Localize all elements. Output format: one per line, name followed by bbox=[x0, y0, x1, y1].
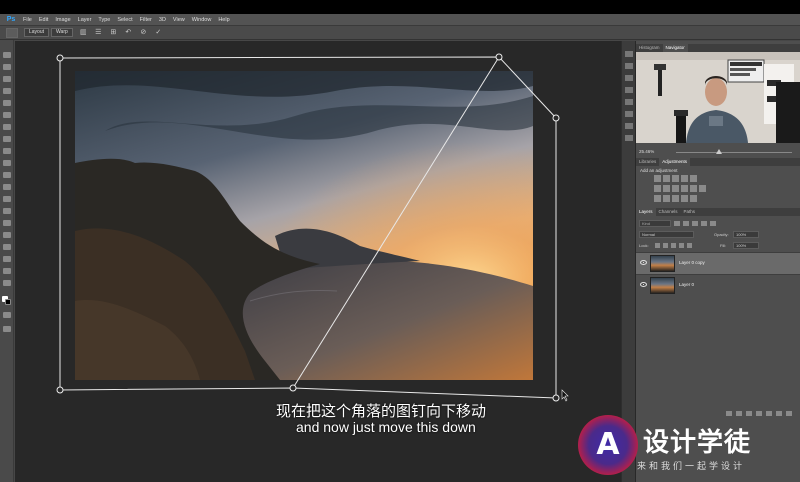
watermark-logo: A bbox=[578, 415, 638, 475]
clone-source-panel-icon[interactable] bbox=[625, 123, 633, 129]
properties-panel-icon[interactable] bbox=[625, 63, 633, 69]
navigator-tabs: Histogram Navigator bbox=[636, 44, 800, 52]
blend-mode-select[interactable]: Normal bbox=[639, 231, 694, 238]
layers-tabs: Layers Channels Paths bbox=[636, 208, 800, 216]
zoom-slider[interactable] bbox=[676, 152, 792, 153]
layer-filter-row: Kind bbox=[639, 219, 797, 227]
curves-icon[interactable] bbox=[672, 175, 679, 182]
warp-pin-top-middle[interactable] bbox=[495, 53, 503, 61]
vibrance-icon[interactable] bbox=[690, 175, 697, 182]
filter-smart-object-icon[interactable] bbox=[710, 220, 716, 226]
layer-name: Layer 0 bbox=[679, 282, 695, 287]
adjustments-title: Add an adjustment bbox=[640, 168, 678, 173]
paragraph-panel-icon[interactable] bbox=[625, 99, 633, 105]
lock-fill-row: Lock: Fill: 100% bbox=[639, 242, 797, 250]
posterize-icon[interactable] bbox=[663, 195, 670, 202]
mouse-cursor-icon bbox=[561, 389, 569, 402]
watermark-subtitle: 来和我们一起学设计 bbox=[637, 462, 746, 472]
blend-opacity-row: Normal Opacity: 100% bbox=[639, 231, 797, 239]
warp-pin-top-left[interactable] bbox=[56, 54, 64, 62]
watermark: A 设计学徒 来和我们一起学设计 bbox=[575, 412, 800, 482]
warp-pin-bottom-right[interactable] bbox=[552, 394, 560, 402]
character-panel-icon[interactable] bbox=[625, 87, 633, 93]
brush-panel-icon[interactable] bbox=[625, 111, 633, 117]
fill-field[interactable]: 100% bbox=[733, 242, 759, 249]
fill-label: Fill: bbox=[720, 243, 727, 248]
adjustment-tabs: Libraries Adjustments bbox=[636, 158, 800, 166]
visibility-eye-icon[interactable] bbox=[640, 282, 647, 287]
info-panel-icon[interactable] bbox=[625, 75, 633, 81]
history-panel-icon[interactable] bbox=[625, 51, 633, 57]
tab-libraries[interactable]: Libraries bbox=[636, 158, 659, 166]
zoom-slider-knob[interactable] bbox=[716, 149, 722, 154]
actions-panel-icon[interactable] bbox=[625, 135, 633, 141]
warp-pin-bottom-left[interactable] bbox=[56, 386, 64, 394]
presenter-webcam-overlay bbox=[636, 52, 800, 143]
color-lookup-icon[interactable] bbox=[699, 185, 706, 192]
layer-row-copy[interactable]: Layer 0 copy bbox=[636, 252, 800, 274]
layer-thumbnail bbox=[650, 255, 675, 272]
brightness-contrast-icon[interactable] bbox=[654, 175, 661, 182]
photoshop-window: Ps File Edit Image Layer Type Select Fil… bbox=[0, 0, 800, 482]
navigator-preview[interactable] bbox=[636, 52, 800, 143]
layer-filter-kind[interactable]: Kind bbox=[639, 219, 671, 227]
warp-split-line bbox=[292, 56, 500, 389]
filter-type-icon[interactable] bbox=[692, 220, 698, 226]
exposure-icon[interactable] bbox=[681, 175, 688, 182]
black-white-icon[interactable] bbox=[672, 185, 679, 192]
opacity-label: Opacity: bbox=[714, 232, 729, 237]
layer-name: Layer 0 copy bbox=[679, 260, 705, 265]
filter-pixel-icon[interactable] bbox=[674, 220, 680, 226]
selective-color-icon[interactable] bbox=[690, 195, 697, 202]
tab-channels[interactable]: Channels bbox=[656, 208, 681, 216]
tab-histogram[interactable]: Histogram bbox=[636, 44, 663, 52]
warp-quad-outline bbox=[59, 56, 557, 399]
layer-row-base[interactable]: Layer 0 bbox=[636, 274, 800, 296]
warp-pin-top-right[interactable] bbox=[552, 114, 560, 122]
visibility-eye-icon[interactable] bbox=[640, 260, 647, 265]
lock-label: Lock: bbox=[639, 243, 649, 248]
watermark-logo-letter: A bbox=[596, 427, 620, 462]
tab-adjustments[interactable]: Adjustments bbox=[659, 158, 691, 166]
lock-artboard-icon[interactable] bbox=[679, 243, 684, 248]
adjustment-icons bbox=[654, 175, 764, 205]
gradient-map-icon[interactable] bbox=[681, 195, 688, 202]
watermark-title: 设计学徒 bbox=[643, 428, 752, 458]
tab-navigator[interactable]: Navigator bbox=[662, 44, 688, 52]
navigator-zoom-row: 25.46% bbox=[636, 148, 800, 156]
channel-mixer-icon[interactable] bbox=[690, 185, 697, 192]
warp-pin-bottom-middle[interactable] bbox=[289, 384, 297, 392]
subtitle-english: and now just move this down bbox=[296, 419, 476, 435]
tab-layers[interactable]: Layers bbox=[636, 208, 656, 216]
filter-shape-icon[interactable] bbox=[701, 220, 707, 226]
lock-all-icon[interactable] bbox=[687, 243, 692, 248]
tab-paths[interactable]: Paths bbox=[681, 208, 699, 216]
opacity-field[interactable]: 100% bbox=[733, 231, 759, 238]
hue-saturation-icon[interactable] bbox=[654, 185, 661, 192]
zoom-level[interactable]: 25.46% bbox=[639, 149, 654, 154]
color-balance-icon[interactable] bbox=[663, 185, 670, 192]
layer-thumbnail bbox=[650, 277, 675, 294]
lock-transparent-icon[interactable] bbox=[655, 243, 660, 248]
photo-filter-icon[interactable] bbox=[681, 185, 688, 192]
lock-image-icon[interactable] bbox=[663, 243, 668, 248]
threshold-icon[interactable] bbox=[672, 195, 679, 202]
subtitle-chinese: 现在把这个角落的图钉向下移动 bbox=[276, 402, 487, 420]
invert-icon[interactable] bbox=[654, 195, 661, 202]
levels-icon[interactable] bbox=[663, 175, 670, 182]
filter-adjustment-icon[interactable] bbox=[683, 220, 689, 226]
lock-position-icon[interactable] bbox=[671, 243, 676, 248]
